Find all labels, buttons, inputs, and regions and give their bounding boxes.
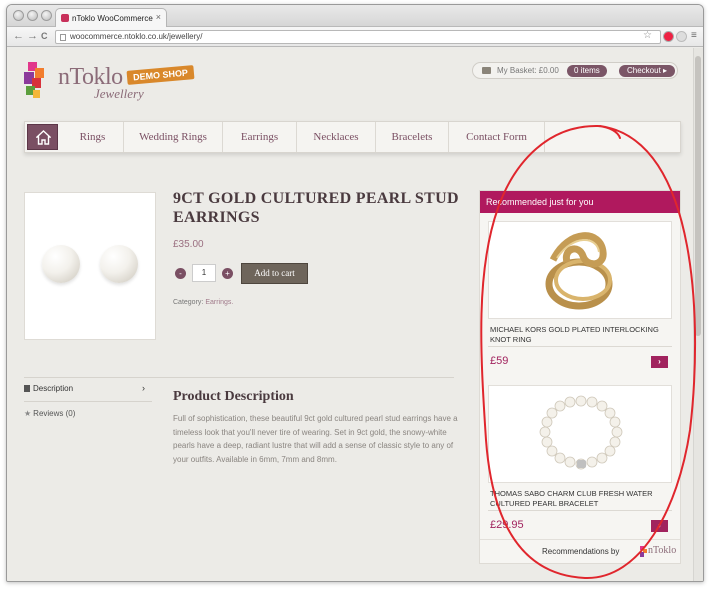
nav-item-necklaces[interactable]: Necklaces: [297, 122, 376, 152]
category-label: Category:: [173, 299, 204, 306]
minimize-window-button[interactable]: [27, 10, 38, 21]
page-icon: [60, 34, 66, 41]
zoom-window-button[interactable]: [41, 10, 52, 21]
url-text: woocommerce.ntoklo.co.uk/jewellery/: [70, 32, 203, 41]
quantity-input[interactable]: 1: [192, 264, 216, 282]
chevron-right-icon: ›: [142, 383, 145, 393]
ntoklo-footer-logo[interactable]: nToklo: [640, 545, 677, 559]
tab-close-icon[interactable]: ×: [156, 12, 161, 22]
logo-mark-icon: [24, 62, 44, 98]
quantity-increase-button[interactable]: +: [222, 268, 233, 279]
card-divider: [488, 510, 672, 511]
ntoklo-footer-logo-text: nToklo: [648, 545, 677, 556]
description-text: Full of sophistication, these beautiful …: [173, 414, 458, 464]
tab-description-label: Description: [33, 384, 74, 393]
recommendation-image-ring[interactable]: [488, 221, 672, 319]
add-to-cart-button[interactable]: Add to cart: [241, 263, 308, 284]
tab-reviews[interactable]: ★ Reviews (0): [24, 409, 75, 418]
browser-window: nToklo WooCommerce × ← → C woocommerce.n…: [6, 4, 704, 582]
main-navigation: Rings Wedding Rings Earrings Necklaces B…: [24, 121, 681, 153]
logo-subtitle: Jewellery: [94, 86, 144, 101]
checkout-button[interactable]: Checkout ▸: [619, 65, 676, 77]
product-category: Category: Earrings.: [173, 299, 233, 306]
product-title: 9CT GOLD CULTURED PEARL STUD EARRINGS: [173, 190, 459, 226]
basket-bar: My Basket: £0.00 0 items Checkout ▸: [472, 62, 678, 79]
recommendation-card[interactable]: THOMAS SABO CHARM CLUB FRESH WATER CULTU…: [488, 385, 672, 535]
page-content: nToklo Jewellery DEMO SHOP My Basket: £0…: [7, 48, 703, 581]
recommendation-name[interactable]: THOMAS SABO CHARM CLUB FRESH WATER CULTU…: [490, 489, 670, 508]
back-arrow-icon[interactable]: ←: [13, 30, 24, 43]
pearl-earring-right: [100, 245, 138, 283]
recommendation-card[interactable]: MICHAEL KORS GOLD PLATED INTERLOCKING KN…: [488, 221, 672, 371]
reload-icon[interactable]: C: [41, 30, 48, 43]
basket-icon: [482, 67, 491, 74]
extension-icon[interactable]: [663, 31, 674, 42]
forward-arrow-icon[interactable]: →: [27, 30, 38, 43]
extension-icon-2[interactable]: [676, 31, 687, 42]
address-bar[interactable]: woocommerce.ntoklo.co.uk/jewellery/: [55, 30, 661, 44]
star-icon: ★: [24, 409, 32, 418]
basket-label[interactable]: My Basket: £0.00: [497, 66, 559, 75]
recommendation-price: £59: [490, 355, 509, 367]
recommendation-price: £29.95: [490, 519, 524, 531]
recommendations-heading: Recommended just for you: [480, 191, 680, 213]
basket-items-count[interactable]: 0 items: [567, 65, 607, 77]
close-window-button[interactable]: [13, 10, 24, 21]
bracelet-image: [539, 395, 623, 470]
demo-shop-badge: DEMO SHOP: [126, 65, 195, 85]
recommendations-by-label: Recommendations by: [542, 547, 620, 556]
home-icon: [36, 130, 51, 145]
scrollbar-thumb[interactable]: [695, 56, 701, 336]
favicon-icon: [61, 14, 69, 22]
tab-title: nToklo WooCommerce: [72, 14, 153, 23]
nav-item-earrings[interactable]: Earrings: [223, 122, 297, 152]
card-divider: [488, 346, 672, 347]
nav-item-bracelets[interactable]: Bracelets: [376, 122, 449, 152]
nav-item-contact-form[interactable]: Contact Form: [449, 122, 545, 152]
quantity-decrease-button[interactable]: -: [175, 268, 186, 279]
site-logo[interactable]: nToklo Jewellery DEMO SHOP: [24, 60, 195, 106]
recommendation-view-button[interactable]: ›: [651, 356, 668, 368]
product-image[interactable]: [24, 192, 156, 340]
recommendations-footer: Recommendations by nToklo: [480, 539, 680, 563]
browser-menu-icon[interactable]: ≡: [691, 30, 697, 41]
tab-bar: nToklo WooCommerce ×: [7, 5, 703, 27]
document-icon: [24, 385, 30, 392]
category-link[interactable]: Earrings.: [205, 299, 233, 306]
nav-item-rings[interactable]: Rings: [62, 122, 124, 152]
ring-image: [545, 232, 613, 310]
recommendation-view-button[interactable]: ›: [651, 520, 668, 532]
pearl-earring-left: [42, 245, 80, 283]
recommendations-panel: Recommended just for you MICHAEL KORS GO…: [479, 190, 681, 564]
browser-toolbar: ← → C woocommerce.ntoklo.co.uk/jewellery…: [7, 27, 703, 47]
home-button[interactable]: [27, 124, 58, 150]
divider: [24, 377, 454, 378]
nav-item-wedding-rings[interactable]: Wedding Rings: [124, 122, 223, 152]
bookmark-star-icon[interactable]: ☆: [643, 30, 652, 41]
product-price: £35.00: [173, 239, 204, 250]
recommendation-name[interactable]: MICHAEL KORS GOLD PLATED INTERLOCKING KN…: [490, 325, 670, 344]
recommendation-image-bracelet[interactable]: [488, 385, 672, 483]
description-title: Product Description: [173, 389, 294, 404]
tab-reviews-label: Reviews (0): [33, 409, 76, 418]
tab-divider: [24, 401, 152, 402]
browser-tab[interactable]: nToklo WooCommerce ×: [55, 8, 167, 27]
tab-description[interactable]: Description: [24, 384, 73, 393]
